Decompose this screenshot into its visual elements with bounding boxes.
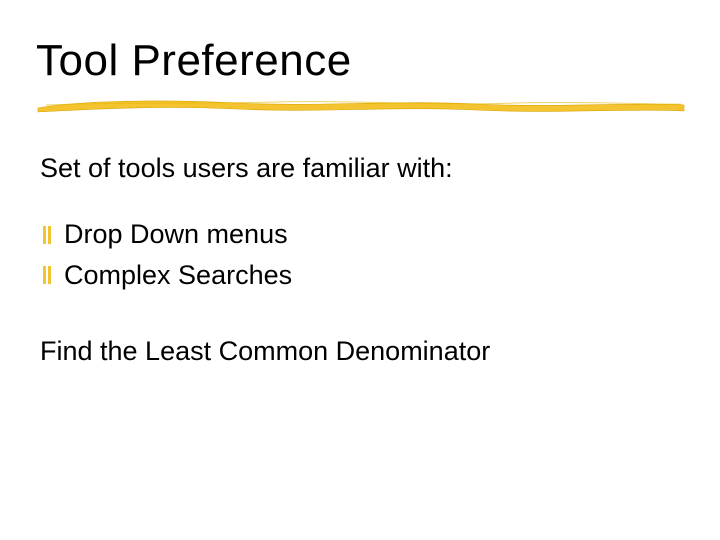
intro-text: Set of tools users are familiar with: [40,150,680,186]
closing-text: Find the Least Common Denominator [40,333,680,369]
brush-stroke-icon [36,96,686,116]
slide: Tool Preference Set of tools users are f… [0,0,720,540]
bullet-icon [40,224,54,246]
bullet-icon [40,264,54,286]
list-item: Complex Searches [40,257,680,293]
slide-body: Set of tools users are familiar with: Dr… [40,150,680,370]
bullet-list: Drop Down menus Complex Searches [40,216,680,293]
bullet-label: Drop Down menus [64,216,288,252]
title-underline [36,96,686,116]
list-item: Drop Down menus [40,216,680,252]
bullet-label: Complex Searches [64,257,292,293]
slide-title: Tool Preference [36,36,352,86]
